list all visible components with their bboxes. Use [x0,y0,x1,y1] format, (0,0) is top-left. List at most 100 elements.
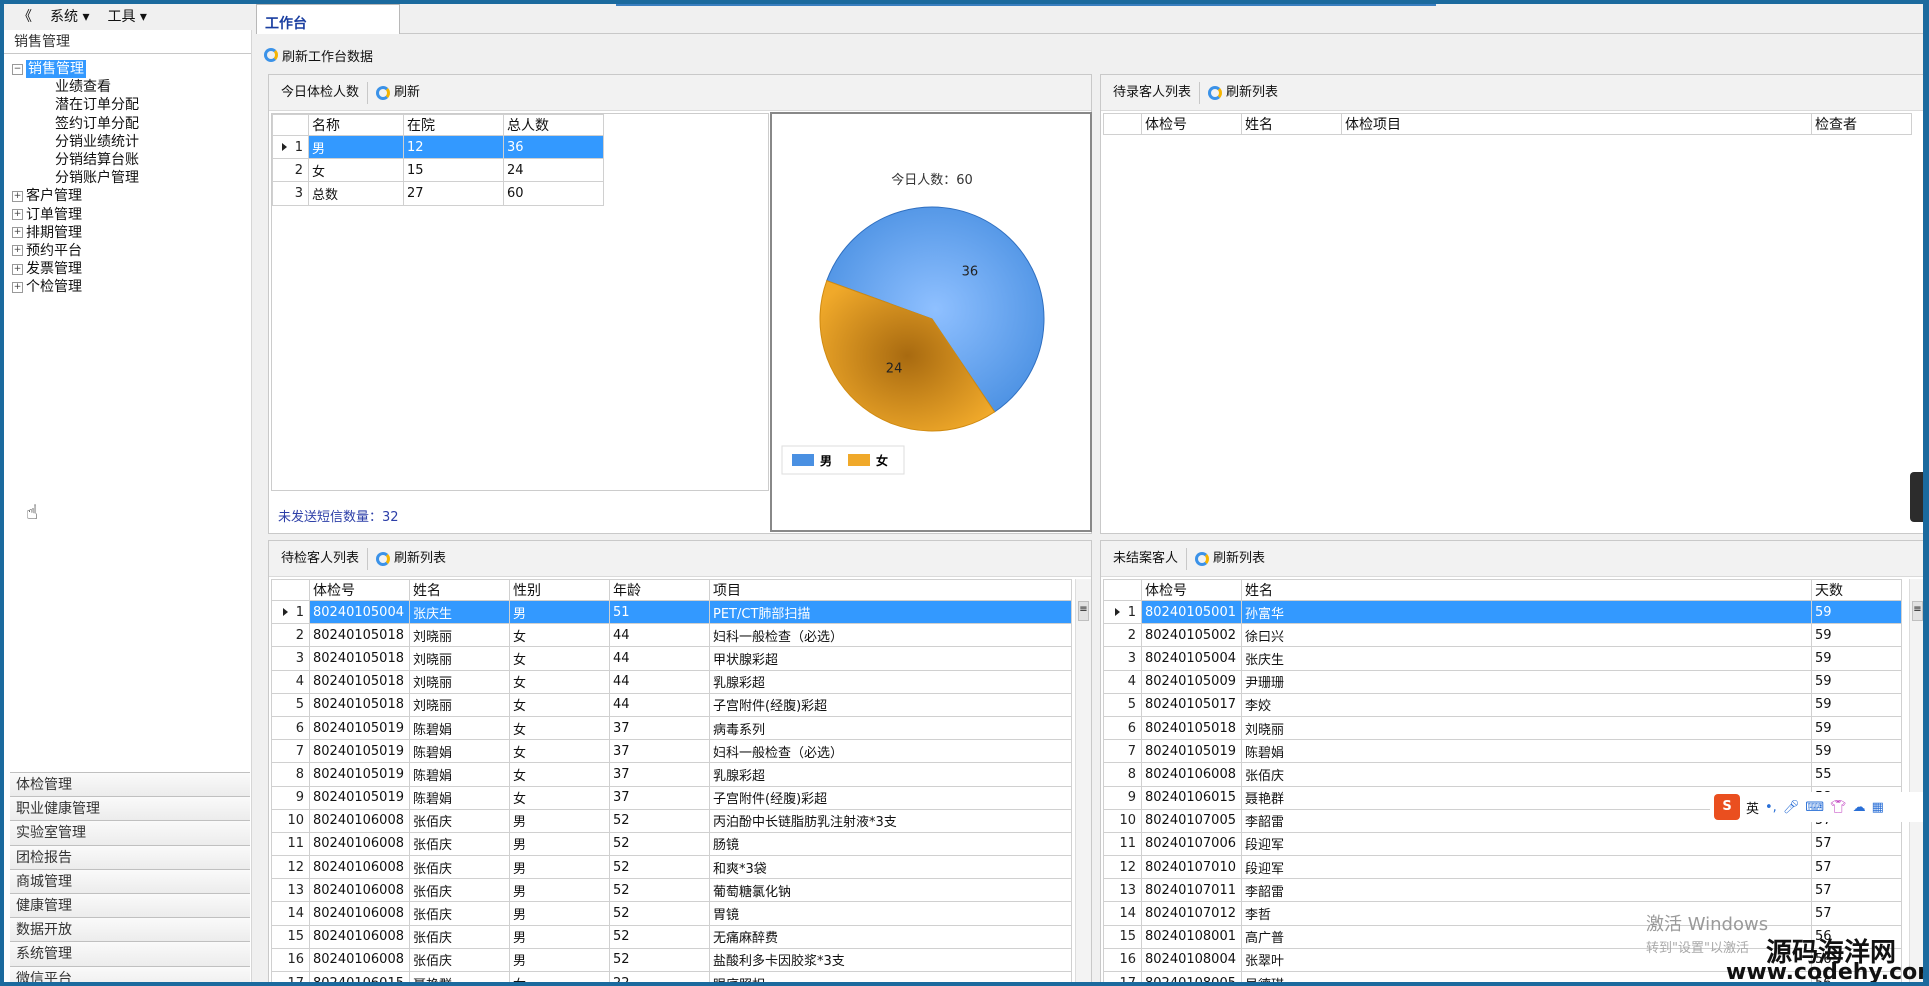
table-cell[interactable]: 张庆生 [409,599,510,625]
table-cell[interactable]: 男 [509,599,610,625]
tree-item-group[interactable]: + 客户管理 [12,187,139,205]
table-row[interactable]: 12 80240107010 段迎军 57 [1103,855,1902,880]
table-cell[interactable]: 子宫附件(经腹)彩超 [709,785,1072,810]
table-cell[interactable]: 女 [509,623,610,648]
table-row[interactable]: 2 女 15 24 [272,158,604,183]
table-cell[interactable]: 妇科一般检查（必选） [709,739,1072,764]
tree-item-child[interactable]: 分销结算台账 [12,151,139,169]
scroll-thumb[interactable]: ≡ [1912,601,1923,621]
unfinished-title[interactable]: 未结案客人 [1107,546,1184,572]
table-cell[interactable]: 张佰庆 [1241,762,1812,787]
table-row[interactable]: 2 80240105002 徐曰兴 59 [1103,623,1902,648]
pending-exam-title[interactable]: 待检客人列表 [275,546,365,572]
grid-menu-icon[interactable]: ▦ [1872,800,1884,815]
column-header[interactable]: 在院 [403,114,504,136]
table-cell[interactable]: 张佰庆 [409,855,510,880]
table-cell[interactable]: 女 [308,158,404,183]
table-cell[interactable]: 80240106008 [309,808,410,833]
table-row[interactable]: 13 80240106008 张佰庆男 52 葡萄糖氯化钠 [271,878,1072,903]
table-cell[interactable]: 80240106008 [1141,762,1242,787]
expand-icon[interactable]: + [12,263,23,275]
table-cell[interactable]: 刘晓丽 [409,623,510,648]
column-header[interactable]: 总人数 [503,114,604,136]
table-cell[interactable]: 80240106008 [309,831,410,857]
table-row[interactable]: 12 80240106008 张佰庆男 52 和爽*3袋 [271,855,1072,880]
keyboard-icon[interactable]: ⌨ [1805,800,1824,815]
table-cell[interactable]: 24 [503,158,604,183]
tree-item-child[interactable]: 分销账户管理 [12,169,139,187]
column-header[interactable]: 体检号 [1141,579,1242,601]
module-nav-item[interactable]: 团检报告 [10,844,250,869]
table-row[interactable]: 7 80240105019 陈碧娟女 37 妇科一般检查（必选） [271,739,1072,764]
table-cell[interactable]: 44 [609,669,710,694]
expand-icon[interactable]: + [12,281,23,293]
column-header[interactable]: 性别 [509,579,610,601]
tree-item-child[interactable]: 业绩查看 [12,78,139,96]
table-row[interactable]: 4 80240105018 刘晓丽女 44 乳腺彩超 [271,669,1072,694]
table-cell[interactable]: 44 [609,623,710,648]
table-cell[interactable]: 乳腺彩超 [709,762,1072,787]
table-cell[interactable]: 子宫附件(经腹)彩超 [709,692,1072,717]
table-cell[interactable]: 51 [609,599,710,625]
tree-item-child[interactable]: 分销业绩统计 [12,133,139,151]
table-cell[interactable]: 12 [403,134,504,160]
table-cell[interactable]: 聂艳群 [409,970,510,982]
table-cell[interactable]: 盐酸利多卡因胶浆*3支 [709,947,1072,973]
table-cell[interactable]: 80240106008 [309,924,410,949]
table-cell[interactable]: 陈碧娟 [409,739,510,764]
table-cell[interactable]: 甲状腺彩超 [709,646,1072,671]
table-row[interactable]: 10 80240106008 张佰庆男 52 丙泊酚中长链脂肪乳注射液*3支 [271,808,1072,833]
table-cell[interactable]: 男 [509,808,610,833]
table-cell[interactable]: 女 [509,762,610,787]
tree-item-child[interactable]: 签约订单分配 [12,115,139,133]
table-cell[interactable]: 80240107011 [1141,878,1242,903]
table-cell[interactable]: 男 [509,947,610,973]
table-cell[interactable]: 女 [509,669,610,694]
table-cell[interactable]: 80240106015 [1141,785,1242,810]
tree-item-group[interactable]: + 发票管理 [12,260,139,278]
module-nav-item[interactable]: 系统管理 [10,941,250,966]
table-row[interactable]: 8 80240105019 陈碧娟女 37 乳腺彩超 [271,762,1072,787]
table-row[interactable]: 1 80240105004 张庆生男 51 PET/CT肺部扫描 [271,599,1072,625]
table-row[interactable]: 6 80240105019 陈碧娟女 37 病毒系列 [271,715,1072,741]
tab-workbench[interactable]: 工作台 [256,4,400,34]
table-cell[interactable]: 52 [609,947,710,973]
table-cell[interactable]: 37 [609,785,710,810]
table-cell[interactable]: 刘晓丽 [409,646,510,671]
table-cell[interactable]: 80240106015 [309,970,410,982]
table-cell[interactable]: 80240105019 [309,762,410,787]
skin-icon[interactable]: 👕︎ [1830,800,1847,815]
table-cell[interactable]: 陈碧娟 [409,715,510,741]
table-cell[interactable]: 57 [1811,901,1902,926]
table-cell[interactable]: 胃镜 [709,901,1072,926]
table-cell[interactable]: 丙泊酚中长链脂肪乳注射液*3支 [709,808,1072,833]
module-nav-item[interactable]: 微信平台 [10,965,250,982]
collapse-icon[interactable]: − [12,63,23,75]
table-cell[interactable]: 15 [403,158,504,183]
table-cell[interactable]: 52 [609,808,710,833]
table-cell[interactable]: 80240107006 [1141,831,1242,857]
table-cell[interactable]: 女 [509,739,610,764]
table-cell[interactable]: 徐曰兴 [1241,623,1812,648]
today-refresh-button[interactable]: 刷新 [370,80,426,106]
table-row[interactable]: 17 80240106015 聂艳群女 22 眼底照相 [271,970,1072,982]
table-cell[interactable]: 80240107012 [1141,901,1242,926]
module-nav-item[interactable]: 数据开放 [10,917,250,942]
ime-toolbar[interactable]: S 英 •, 🎤︎ ⌨ 👕︎ ☁ ▦ [1710,792,1923,822]
table-row[interactable]: 1 80240105001 孙富华 59 [1103,599,1902,625]
table-cell[interactable]: 男 [509,831,610,857]
table-cell[interactable]: 陈碧娟 [409,785,510,810]
column-header[interactable]: 体检项目 [1341,113,1812,135]
refresh-workbench-button[interactable]: 刷新工作台数据 [264,40,373,70]
table-cell[interactable]: 刘晓丽 [409,669,510,694]
table-cell[interactable]: 张佰庆 [409,808,510,833]
table-cell[interactable]: 葡萄糖氯化钠 [709,878,1072,903]
table-cell[interactable]: 李韶雷 [1241,878,1812,903]
table-cell[interactable]: 张佰庆 [409,878,510,903]
table-cell[interactable]: 女 [509,646,610,671]
table-cell[interactable]: 和爽*3袋 [709,855,1072,880]
table-row[interactable]: 4 80240105009 尹珊珊 59 [1103,669,1902,694]
table-row[interactable]: 7 80240105019 陈碧娟 59 [1103,739,1902,764]
tree-item-sales[interactable]: − 销售管理 [12,60,139,79]
table-cell[interactable]: 80240106008 [309,855,410,880]
